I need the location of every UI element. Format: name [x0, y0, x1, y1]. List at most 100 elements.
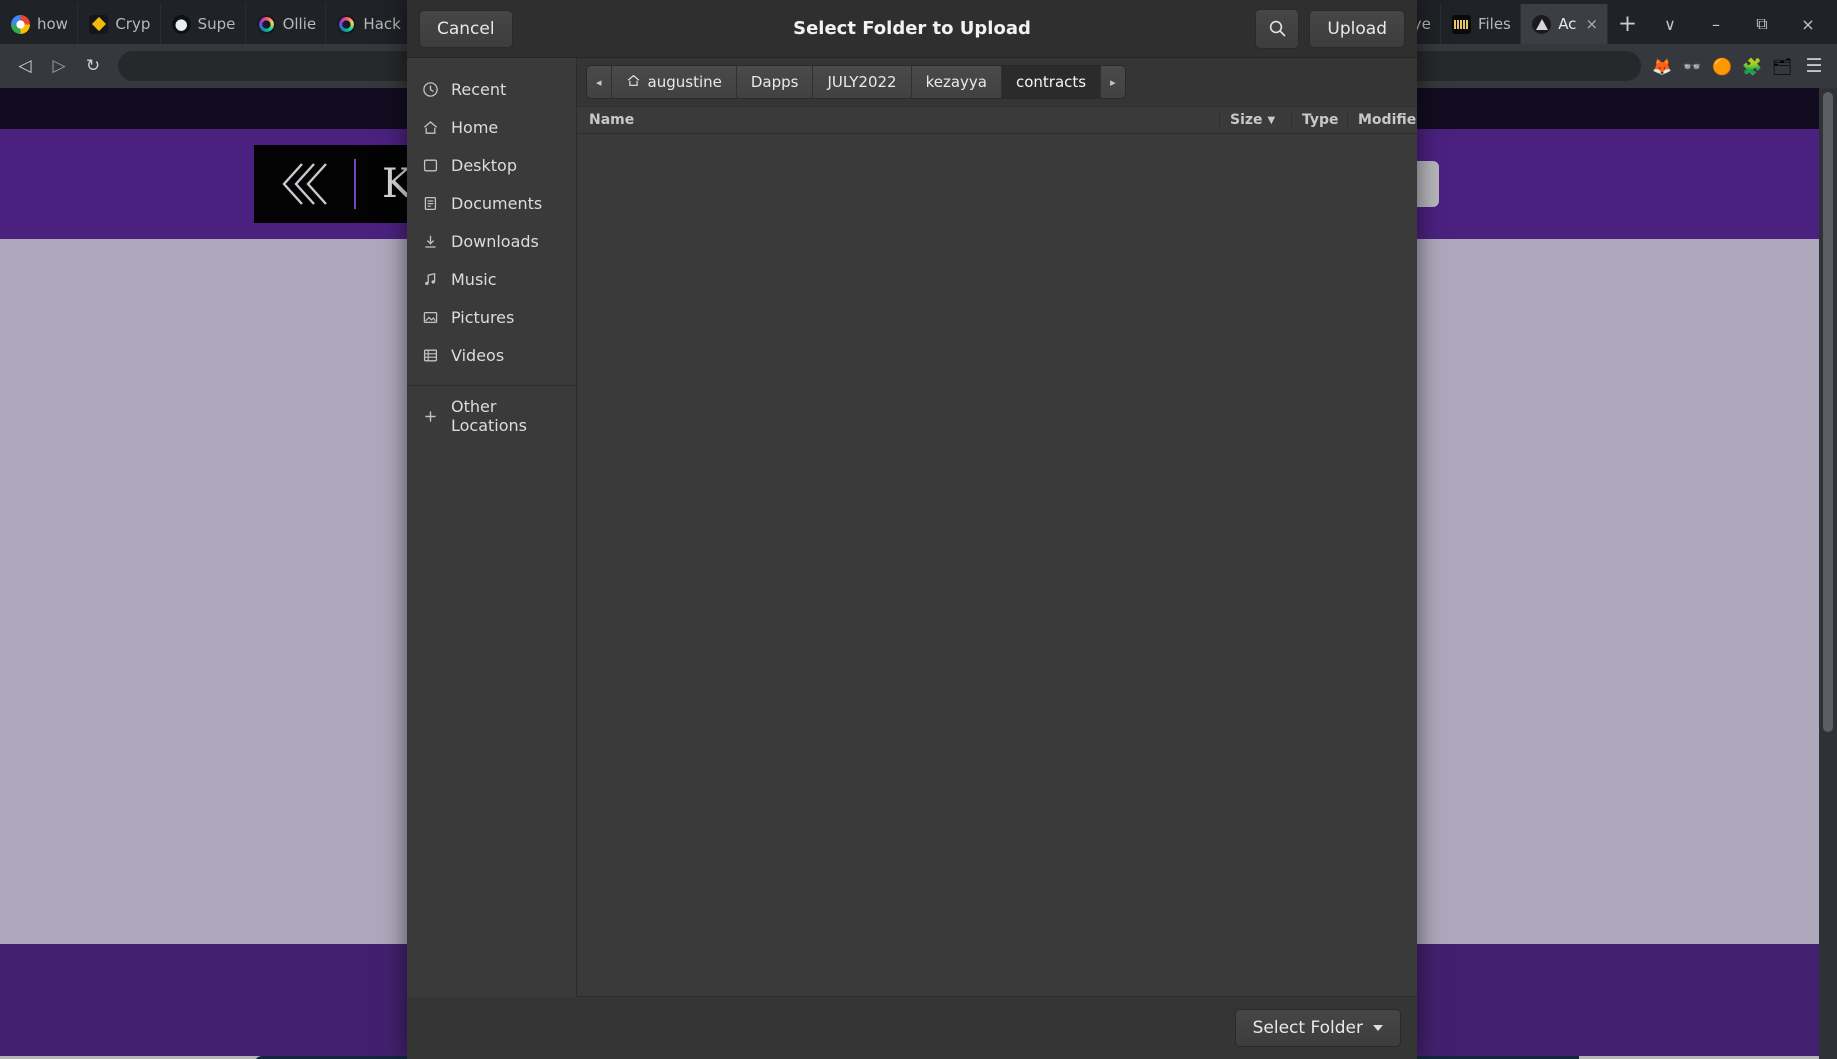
sort-descending-icon: ▼ [1267, 114, 1276, 126]
clock-icon [421, 80, 439, 98]
tab-label: Cryp [115, 15, 151, 33]
sidebar-item-music[interactable]: Music [407, 260, 576, 298]
sidebar-item-home[interactable]: Home [407, 108, 576, 146]
breadcrumb-item-contracts[interactable]: contracts [1001, 66, 1102, 98]
browser-menu-icon[interactable]: ☰ [1799, 55, 1829, 77]
select-folder-label: Select Folder [1252, 1018, 1363, 1038]
forward-icon[interactable]: ▷ [42, 49, 76, 83]
breadcrumb-label: kezayya [925, 73, 987, 91]
column-header-size[interactable]: Size ▼ [1219, 112, 1291, 128]
tab-label: Supe [197, 15, 236, 33]
sidebar-item-downloads[interactable]: Downloads [407, 222, 576, 260]
window-controls: ∨ – ⧉ × [1647, 4, 1837, 44]
search-icon[interactable] [1255, 8, 1300, 49]
chevrons-logo-icon [276, 158, 328, 210]
new-tab-button[interactable]: + [1608, 4, 1647, 44]
sidebar-item-recent[interactable]: Recent [407, 70, 576, 108]
dialog-header: Cancel Select Folder to Upload Upload [407, 0, 1417, 58]
tab-label: Ac [1558, 15, 1577, 33]
atom-favicon [256, 14, 276, 34]
sidebar-item-label: Videos [451, 345, 505, 365]
plus-icon [421, 407, 439, 425]
file-list[interactable] [577, 134, 1417, 997]
places-sidebar: Recent Home Desktop Documents Downloads … [407, 58, 577, 997]
binance-favicon [89, 14, 109, 34]
tab-label: Ollie [282, 15, 317, 33]
atom-favicon [337, 14, 357, 34]
close-window-icon[interactable]: × [1785, 4, 1831, 44]
file-browser-pane: ◂ augustine Dapps JULY2022 kezayya contr… [577, 58, 1417, 997]
sidebar-item-label: Music [451, 269, 497, 289]
minimize-icon[interactable]: – [1693, 4, 1739, 44]
sidebar-divider [407, 385, 576, 386]
breadcrumb-item-augustine[interactable]: augustine [611, 66, 737, 98]
browser-tab-3[interactable]: Ollie [246, 4, 327, 44]
breadcrumb-item-kezayya[interactable]: kezayya [911, 66, 1002, 98]
github-favicon [171, 14, 191, 34]
home-icon [421, 118, 439, 136]
path-bar-row: ◂ augustine Dapps JULY2022 kezayya contr… [577, 58, 1417, 106]
avatar-icon[interactable]: 👓 [1679, 53, 1705, 79]
tab-label: how [37, 15, 68, 33]
breadcrumb-label: augustine [647, 73, 722, 91]
logo-divider [354, 159, 356, 209]
column-header-type[interactable]: Type [1291, 112, 1347, 128]
browser-tab-4[interactable]: Hack [326, 4, 412, 44]
browser-tab-8-active[interactable]: Ac × [1521, 4, 1609, 44]
phantom-icon[interactable]: 🟠 [1709, 53, 1735, 79]
chevron-down-icon [1373, 1025, 1383, 1031]
upload-button[interactable]: Upload [1309, 9, 1405, 48]
sidebar-item-pictures[interactable]: Pictures [407, 298, 576, 336]
close-icon[interactable]: × [1585, 16, 1598, 32]
sidebar-item-videos[interactable]: Videos [407, 336, 576, 374]
path-scroll-left-icon[interactable]: ◂ [587, 66, 612, 98]
music-icon [421, 270, 439, 288]
breadcrumb-item-july2022[interactable]: JULY2022 [813, 66, 912, 98]
sidebar-item-label: Home [451, 117, 499, 137]
sidebar-item-label: Recent [451, 79, 507, 99]
google-favicon [11, 14, 30, 34]
wallet-icon[interactable]: 🗂 [1769, 53, 1795, 79]
breadcrumb-label: contracts [1015, 73, 1087, 91]
tab-label: Files [1477, 15, 1511, 33]
sidebar-item-documents[interactable]: Documents [407, 184, 576, 222]
browser-tab-0[interactable]: how [0, 4, 79, 44]
brave-favicon [1532, 14, 1552, 34]
breadcrumb-label: JULY2022 [827, 73, 897, 91]
browser-tab-7[interactable]: Files [1441, 4, 1522, 44]
back-icon[interactable]: ◁ [8, 49, 42, 83]
video-icon [421, 346, 439, 364]
dialog-body: Recent Home Desktop Documents Downloads … [407, 58, 1417, 997]
tab-label: Hack [363, 15, 401, 33]
browser-tab-2[interactable]: Supe [161, 4, 246, 44]
files-favicon [1451, 14, 1471, 34]
breadcrumb-item-dapps[interactable]: Dapps [736, 66, 814, 98]
list-all-tabs-icon[interactable]: ∨ [1647, 4, 1693, 44]
home-icon [626, 73, 641, 92]
reload-icon[interactable]: ↻ [76, 49, 110, 83]
browser-tab-1[interactable]: Cryp [78, 4, 161, 44]
desktop-icon [421, 156, 439, 174]
picture-icon [421, 308, 439, 326]
path-scroll-right-icon[interactable]: ▸ [1101, 66, 1125, 98]
document-icon [421, 194, 439, 212]
puzzle-icon[interactable]: 🧩 [1739, 53, 1765, 79]
dialog-footer: Select Folder [407, 997, 1417, 1059]
dialog-header-actions: Upload [1255, 8, 1405, 49]
sidebar-item-label: Documents [451, 193, 543, 213]
select-folder-button[interactable]: Select Folder [1234, 1009, 1401, 1047]
column-header-modified[interactable]: Modifie [1347, 112, 1417, 128]
page-scrollbar-thumb[interactable] [1823, 92, 1833, 732]
metamask-icon[interactable]: 🦊 [1649, 53, 1675, 79]
sidebar-item-label: Desktop [451, 155, 517, 175]
breadcrumb-label: Dapps [750, 73, 799, 91]
column-header-name[interactable]: Name [577, 112, 1219, 128]
sidebar-item-desktop[interactable]: Desktop [407, 146, 576, 184]
sidebar-item-other-locations[interactable]: Other Locations [407, 397, 576, 435]
breadcrumb: ◂ augustine Dapps JULY2022 kezayya contr… [586, 65, 1126, 99]
download-icon [421, 232, 439, 250]
cancel-button[interactable]: Cancel [419, 9, 513, 48]
file-list-column-headers: Name Size ▼ Type Modifie [577, 106, 1417, 134]
page-scrollbar[interactable] [1819, 88, 1837, 1059]
restore-icon[interactable]: ⧉ [1739, 4, 1785, 44]
